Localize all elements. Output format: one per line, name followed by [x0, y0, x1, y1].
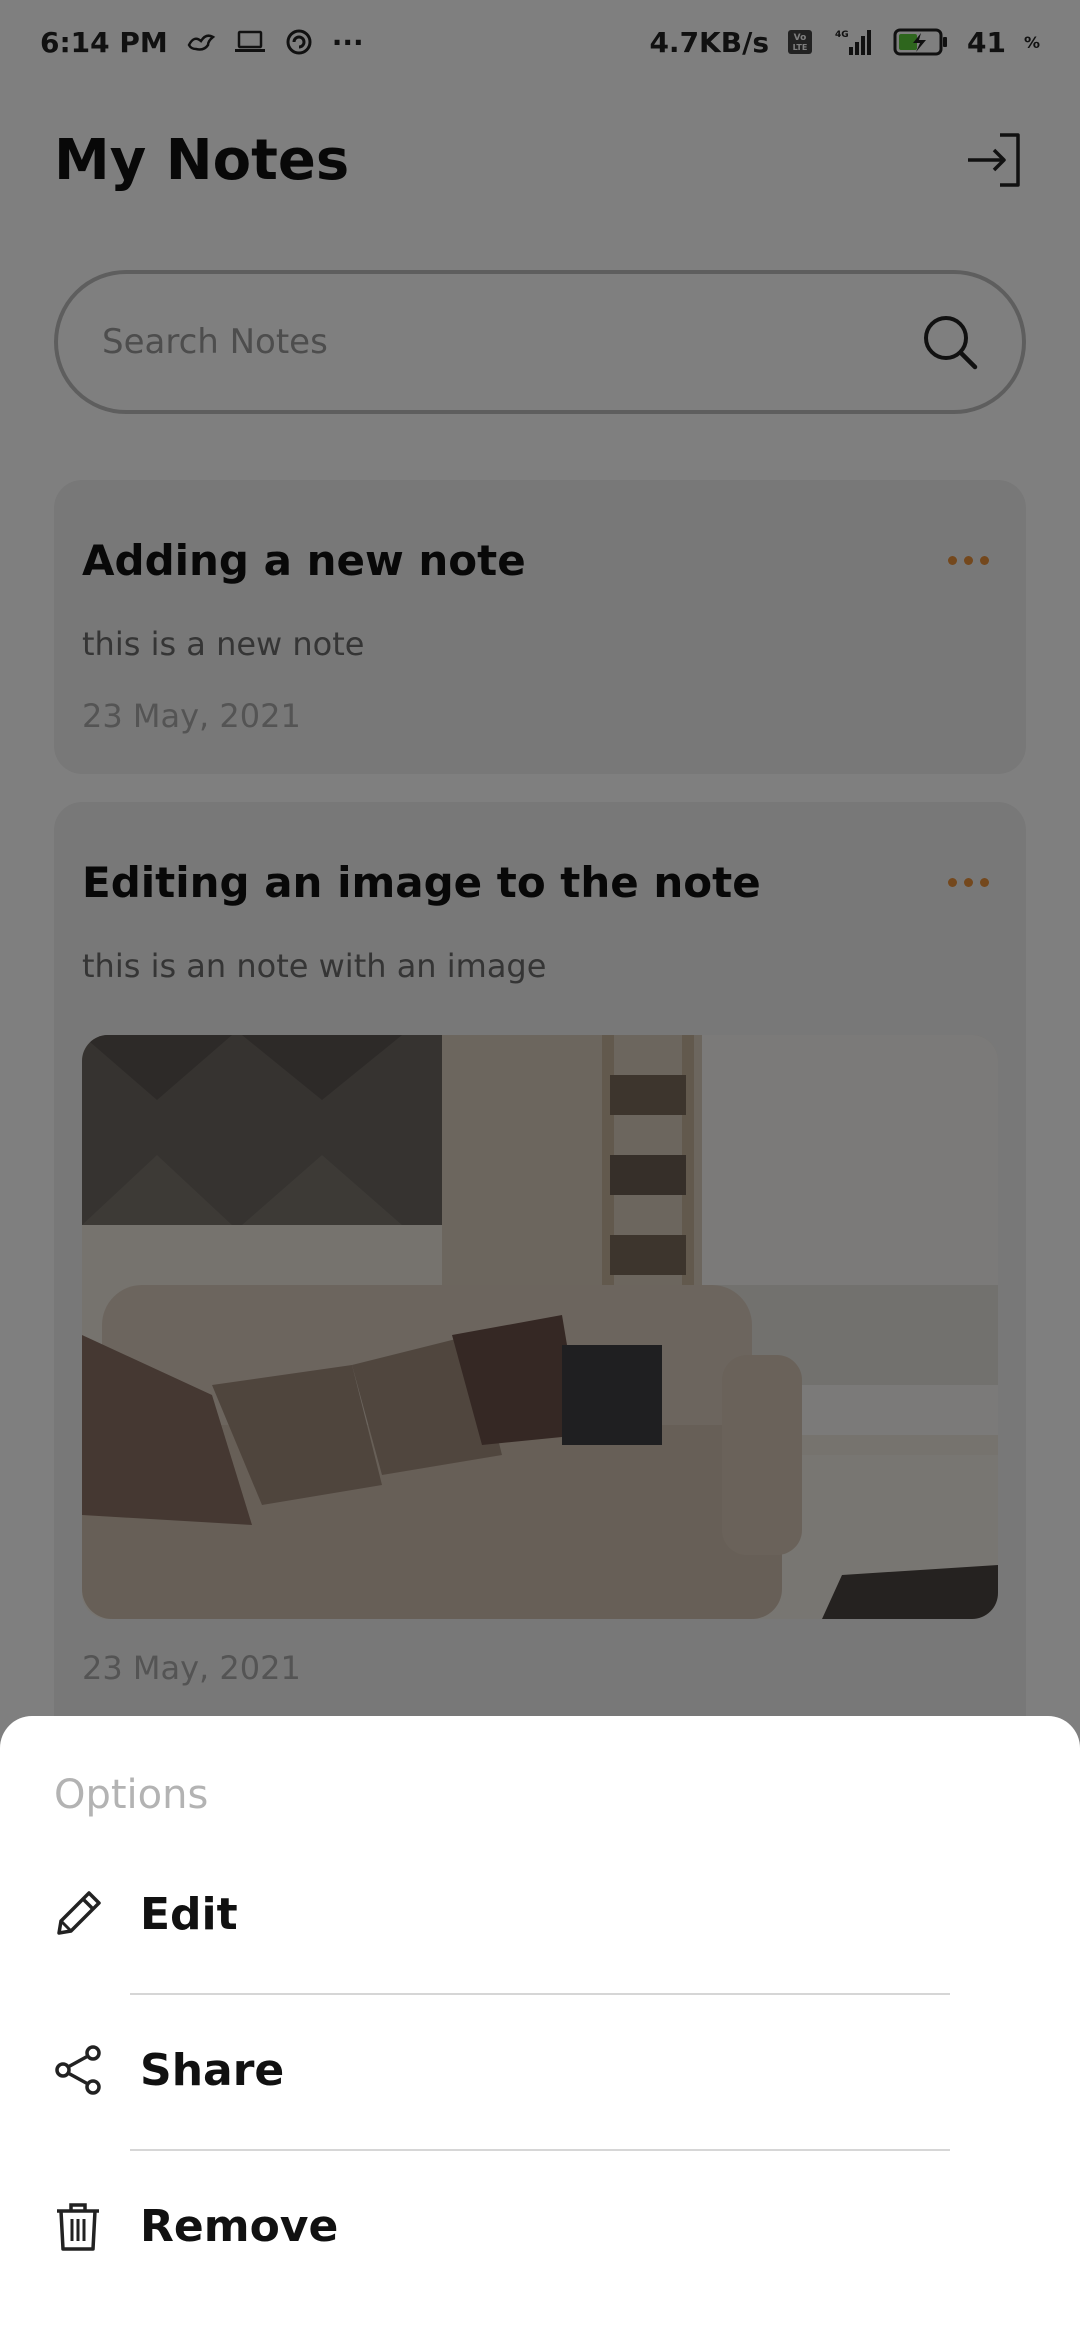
pencil-icon	[50, 1886, 106, 1942]
sheet-title: Options	[54, 1772, 209, 1818]
edit-label: Edit	[140, 1888, 238, 1940]
share-option[interactable]: Share	[0, 2010, 1080, 2130]
trash-icon	[50, 2198, 106, 2254]
remove-option[interactable]: Remove	[0, 2166, 1080, 2286]
divider	[130, 2149, 950, 2151]
share-icon	[50, 2042, 106, 2098]
edit-option[interactable]: Edit	[0, 1854, 1080, 1974]
divider	[130, 1993, 950, 1995]
remove-label: Remove	[140, 2200, 339, 2252]
share-label: Share	[140, 2044, 285, 2096]
options-bottom-sheet: Options Edit Share Remove	[0, 1716, 1080, 2340]
